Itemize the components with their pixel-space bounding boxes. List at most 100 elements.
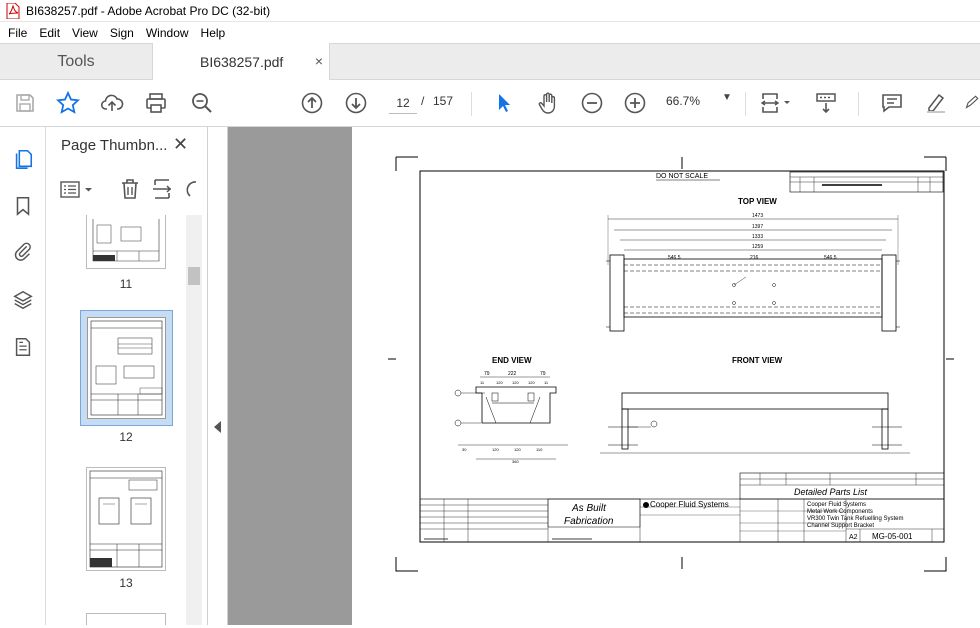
close-panel-icon[interactable]: ✕ xyxy=(173,134,188,155)
drawing-number: MG-05-001 xyxy=(872,532,913,541)
menu-file[interactable]: File xyxy=(2,26,33,40)
dim-mid-3: 546.5 xyxy=(824,255,837,261)
main-toolbar: 12 / 157 66.7% ▼ xyxy=(0,80,980,127)
as-built-line-1: As Built xyxy=(571,503,607,514)
title-line-4: Channel Support Bracket xyxy=(807,523,874,529)
scrollbar-thumb[interactable] xyxy=(188,267,200,285)
dim-end-bot-2: 120 xyxy=(492,447,499,452)
title-line-1: Cooper Fluid Systems xyxy=(807,502,866,508)
dim-end-bot-1: 30 xyxy=(462,447,467,452)
dim-end-mid-3: 120 xyxy=(512,380,519,385)
page-total: 157 xyxy=(433,94,454,108)
toolbar-divider xyxy=(745,92,746,116)
top-view-label: TOP VIEW xyxy=(738,197,777,206)
window-title: BI638257.pdf - Adobe Acrobat Pro DC (32-… xyxy=(26,3,271,18)
toolbar-divider xyxy=(471,92,472,116)
tab-tools[interactable]: Tools xyxy=(0,44,152,80)
chevron-down-icon[interactable]: ▼ xyxy=(722,92,732,103)
dim-mid-1: 546.5 xyxy=(668,255,681,261)
dim-end-mid-4: 120 xyxy=(528,380,535,385)
hand-tool-icon[interactable] xyxy=(535,90,561,116)
menu-help[interactable]: Help xyxy=(195,26,232,40)
panel-title: Page Thumbn... xyxy=(61,137,168,154)
thumbnail-options-icon[interactable] xyxy=(58,179,96,201)
close-tab-icon[interactable]: × xyxy=(315,53,323,69)
thumbnail-list: 11 12 13 xyxy=(46,215,194,625)
dim-end-mid-2: 120 xyxy=(496,380,503,385)
tab-bar: Tools BI638257.pdf × xyxy=(0,43,980,80)
title-line-2: Metal Work Components xyxy=(807,509,873,515)
extract-pages-icon[interactable] xyxy=(151,177,175,201)
select-cursor-icon[interactable] xyxy=(491,90,517,116)
thumbnail-label: 12 xyxy=(119,430,133,444)
dim-end-top-2: 222 xyxy=(508,371,517,377)
menu-edit[interactable]: Edit xyxy=(33,26,66,40)
dim-top-2: 1397 xyxy=(752,224,763,230)
previous-page-icon[interactable] xyxy=(299,90,325,116)
title-line-3: VR300 Twin Tank Refuelling System xyxy=(807,516,904,522)
thumbnail-page-12-selected[interactable] xyxy=(80,310,173,426)
bookmark-icon[interactable] xyxy=(11,194,35,218)
next-page-icon[interactable] xyxy=(343,90,369,116)
dim-end-mid-1: 11 xyxy=(480,380,485,385)
rotate-icon[interactable] xyxy=(184,177,198,201)
menu-window[interactable]: Window xyxy=(140,26,195,40)
highlight-pen-icon[interactable] xyxy=(923,90,949,116)
zoom-in-icon[interactable] xyxy=(622,90,648,116)
star-bookmark-icon[interactable] xyxy=(55,90,81,116)
dim-top-4: 1259 xyxy=(752,244,763,250)
page-thumbnails-icon[interactable] xyxy=(11,147,35,171)
delete-trash-icon[interactable] xyxy=(118,177,142,201)
upload-cloud-icon[interactable] xyxy=(99,90,125,116)
dim-top-3: 1333 xyxy=(752,234,763,240)
title-bar: BI638257.pdf - Adobe Acrobat Pro DC (32-… xyxy=(0,0,980,22)
menu-view[interactable]: View xyxy=(66,26,104,40)
document-properties-icon[interactable] xyxy=(11,335,35,359)
dim-end-bot-4: 110 xyxy=(536,447,543,452)
dim-end-bot-3: 120 xyxy=(514,447,521,452)
layers-icon[interactable] xyxy=(11,288,35,312)
print-icon[interactable] xyxy=(143,90,169,116)
dim-top-1: 1473 xyxy=(752,213,763,219)
dim-end-top-1: 79 xyxy=(484,371,490,377)
pdf-page: DO NOT SCALE TOP VIEW 1473 1397 1333 125… xyxy=(352,127,980,625)
as-built-line-2: Fabrication xyxy=(564,516,614,527)
collapse-arrow-icon[interactable] xyxy=(214,421,221,433)
document-viewer[interactable]: DO NOT SCALE TOP VIEW 1473 1397 1333 125… xyxy=(228,127,980,625)
do-not-scale-text: DO NOT SCALE xyxy=(656,173,708,180)
acrobat-pdf-icon xyxy=(6,2,20,19)
thumbnail-page-13[interactable] xyxy=(86,467,166,571)
page-number-input[interactable]: 12 xyxy=(389,92,417,114)
menu-bar: File Edit View Sign Window Help xyxy=(0,22,980,43)
attachment-paperclip-icon[interactable] xyxy=(11,239,35,263)
tab-document-label: BI638257.pdf xyxy=(200,53,284,70)
menu-sign[interactable]: Sign xyxy=(104,26,140,40)
sheet-size: A2 xyxy=(849,534,858,541)
save-icon[interactable] xyxy=(12,90,38,116)
dim-end-top-3: 79 xyxy=(540,371,546,377)
page-separator: / xyxy=(421,94,425,108)
draw-tool-icon[interactable] xyxy=(962,90,980,116)
comment-icon[interactable] xyxy=(879,90,905,116)
engineering-drawing: DO NOT SCALE TOP VIEW 1473 1397 1333 125… xyxy=(388,156,954,572)
zoom-level[interactable]: 66.7% xyxy=(666,94,700,108)
toolbar-divider xyxy=(858,92,859,116)
thumbnail-page-11[interactable] xyxy=(86,215,166,269)
tab-document[interactable]: BI638257.pdf × xyxy=(152,43,330,80)
company-name: Cooper Fluid Systems xyxy=(650,500,729,509)
scroll-mode-icon[interactable] xyxy=(813,90,839,116)
parts-list-label: Detailed Parts List xyxy=(794,487,868,497)
thumbnail-label: 11 xyxy=(119,277,133,291)
thumbnail-page-14[interactable] xyxy=(86,613,166,625)
left-navigation-rail xyxy=(0,127,46,625)
dim-end-mid-5: 11 xyxy=(544,380,549,385)
front-view-label: FRONT VIEW xyxy=(732,356,783,365)
zoom-out-icon[interactable] xyxy=(579,90,605,116)
panel-collapse-handle[interactable] xyxy=(208,127,228,625)
end-view-label: END VIEW xyxy=(492,356,532,365)
fit-page-icon[interactable] xyxy=(759,90,795,116)
thumbnail-scrollbar[interactable] xyxy=(186,215,202,625)
zoom-search-icon[interactable] xyxy=(189,90,215,116)
panel-toolbar xyxy=(58,177,208,203)
dim-end-bot-5: 360 xyxy=(512,459,519,464)
